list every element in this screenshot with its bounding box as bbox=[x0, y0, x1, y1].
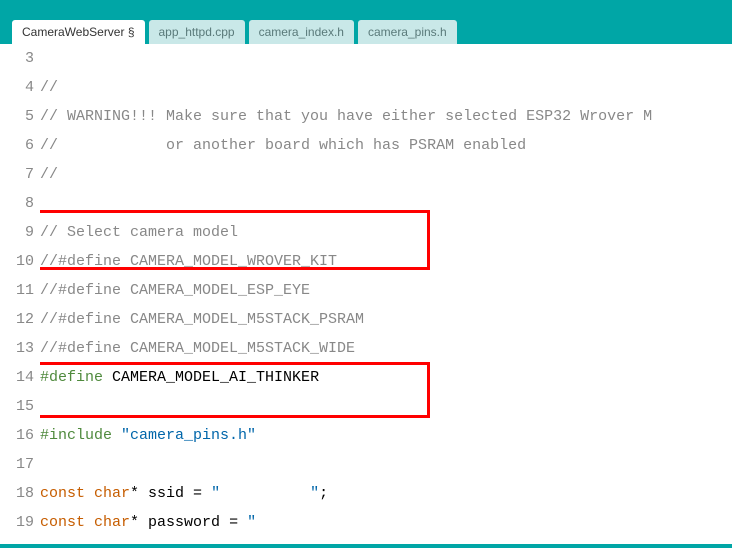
status-bar bbox=[0, 544, 732, 548]
toolbar-strip bbox=[0, 0, 732, 16]
line-number: 14 bbox=[0, 363, 34, 392]
tab-camera-index[interactable]: camera_index.h bbox=[249, 20, 354, 44]
code-line[interactable]: const char* password = " bbox=[40, 508, 732, 537]
line-number: 17 bbox=[0, 450, 34, 479]
tab-app-httpd[interactable]: app_httpd.cpp bbox=[149, 20, 245, 44]
tab-bar: CameraWebServer § app_httpd.cpp camera_i… bbox=[0, 16, 732, 44]
code-line[interactable]: //#define CAMERA_MODEL_M5STACK_PSRAM bbox=[40, 305, 732, 334]
line-number: 15 bbox=[0, 392, 34, 421]
code-line[interactable]: #define CAMERA_MODEL_AI_THINKER bbox=[40, 363, 732, 392]
code-line[interactable]: // bbox=[40, 73, 732, 102]
line-number: 18 bbox=[0, 479, 34, 508]
code-line[interactable]: // Select camera model bbox=[40, 218, 732, 247]
code-line[interactable]: //#define CAMERA_MODEL_M5STACK_WIDE bbox=[40, 334, 732, 363]
line-number: 7 bbox=[0, 160, 34, 189]
line-number: 12 bbox=[0, 305, 34, 334]
code-editor[interactable]: 345678910111213141516171819 //// WARNING… bbox=[0, 44, 732, 544]
code-line[interactable] bbox=[40, 450, 732, 479]
code-line[interactable] bbox=[40, 189, 732, 218]
code-line[interactable]: //#define CAMERA_MODEL_ESP_EYE bbox=[40, 276, 732, 305]
code-line[interactable]: // bbox=[40, 160, 732, 189]
line-number: 9 bbox=[0, 218, 34, 247]
line-number: 19 bbox=[0, 508, 34, 537]
line-number: 11 bbox=[0, 276, 34, 305]
code-line[interactable]: #include "camera_pins.h" bbox=[40, 421, 732, 450]
line-number: 10 bbox=[0, 247, 34, 276]
line-number: 8 bbox=[0, 189, 34, 218]
code-area[interactable]: //// WARNING!!! Make sure that you have … bbox=[40, 44, 732, 544]
code-line[interactable]: const char* ssid = " "; bbox=[40, 479, 732, 508]
line-number: 6 bbox=[0, 131, 34, 160]
line-number: 3 bbox=[0, 44, 34, 73]
code-line[interactable]: //#define CAMERA_MODEL_WROVER_KIT bbox=[40, 247, 732, 276]
tab-camera-pins[interactable]: camera_pins.h bbox=[358, 20, 457, 44]
code-line[interactable]: // or another board which has PSRAM enab… bbox=[40, 131, 732, 160]
line-number: 16 bbox=[0, 421, 34, 450]
code-line[interactable]: // WARNING!!! Make sure that you have ei… bbox=[40, 102, 732, 131]
line-number-gutter: 345678910111213141516171819 bbox=[0, 44, 40, 544]
line-number: 4 bbox=[0, 73, 34, 102]
code-line[interactable] bbox=[40, 392, 732, 421]
line-number: 13 bbox=[0, 334, 34, 363]
line-number: 5 bbox=[0, 102, 34, 131]
tab-camera-web-server[interactable]: CameraWebServer § bbox=[12, 20, 145, 44]
code-line[interactable] bbox=[40, 44, 732, 73]
